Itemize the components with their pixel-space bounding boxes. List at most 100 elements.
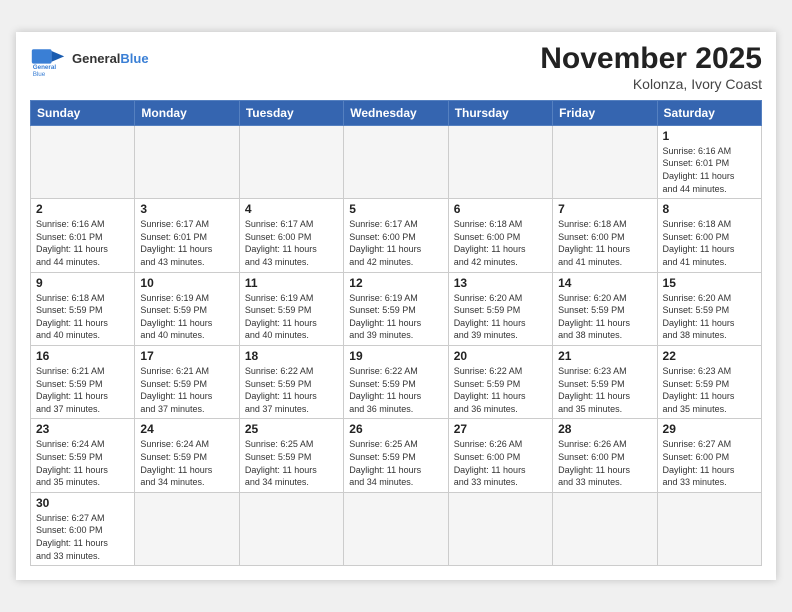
logo: General Blue GeneralBlue	[30, 42, 149, 78]
day-cell: 24Sunrise: 6:24 AM Sunset: 5:59 PM Dayli…	[135, 419, 239, 492]
day-cell: 11 Sunrise: 6:19 AM Sunset: 5:59 PM Dayli…	[239, 272, 343, 345]
day-info: Sunrise: 6:21 AM Sunset: 5:59 PM Dayligh…	[36, 365, 129, 415]
logo-general: General	[72, 51, 120, 66]
day-info: Sunrise: 6:21 AM Sunset: 5:59 PM Dayligh…	[140, 365, 233, 415]
svg-text:Blue: Blue	[33, 71, 46, 78]
day-number: 29	[663, 422, 756, 436]
day-number: 27	[454, 422, 547, 436]
calendar-container: General Blue GeneralBlue November 2025 K…	[16, 32, 776, 580]
day-number: 6	[454, 202, 547, 216]
title-block: November 2025 Kolonza, Ivory Coast	[540, 42, 762, 92]
day-info: Sunrise: 6:17 AM Sunset: 6:00 PM Dayligh…	[349, 218, 442, 268]
day-number: 18	[245, 349, 338, 363]
day-info: Sunrise: 6:19 AM Sunset: 5:59 PM Dayligh…	[245, 292, 338, 342]
month-title: November 2025	[540, 42, 762, 76]
day-cell: 23Sunrise: 6:24 AM Sunset: 5:59 PM Dayli…	[31, 419, 135, 492]
week-row-3: 16 Sunrise: 6:21 AM Sunset: 5:59 PM Dayli…	[31, 346, 762, 419]
day-cell	[239, 492, 343, 565]
day-cell: 14 Sunrise: 6:20 AM Sunset: 5:59 PM Dayli…	[553, 272, 657, 345]
day-cell: 25Sunrise: 6:25 AM Sunset: 5:59 PM Dayli…	[239, 419, 343, 492]
day-number: 3	[140, 202, 233, 216]
day-info: Sunrise: 6:20 AM Sunset: 5:59 PM Dayligh…	[663, 292, 756, 342]
day-info: Sunrise: 6:17 AM Sunset: 6:01 PM Dayligh…	[140, 218, 233, 268]
day-cell: 18 Sunrise: 6:22 AM Sunset: 5:59 PM Dayli…	[239, 346, 343, 419]
day-number: 21	[558, 349, 651, 363]
day-cell	[448, 492, 552, 565]
day-info: Sunrise: 6:22 AM Sunset: 5:59 PM Dayligh…	[454, 365, 547, 415]
header-row: Sunday Monday Tuesday Wednesday Thursday…	[31, 100, 762, 125]
day-cell: 10Sunrise: 6:19 AM Sunset: 5:59 PM Dayli…	[135, 272, 239, 345]
day-number: 28	[558, 422, 651, 436]
day-cell: 6 Sunrise: 6:18 AM Sunset: 6:00 PM Daylig…	[448, 199, 552, 272]
day-info: Sunrise: 6:26 AM Sunset: 6:00 PM Dayligh…	[454, 438, 547, 488]
day-cell: 16 Sunrise: 6:21 AM Sunset: 5:59 PM Dayli…	[31, 346, 135, 419]
day-info: Sunrise: 6:17 AM Sunset: 6:00 PM Dayligh…	[245, 218, 338, 268]
day-number: 5	[349, 202, 442, 216]
col-wednesday: Wednesday	[344, 100, 448, 125]
day-cell	[344, 492, 448, 565]
calendar-table: Sunday Monday Tuesday Wednesday Thursday…	[30, 100, 762, 566]
day-number: 22	[663, 349, 756, 363]
col-saturday: Saturday	[657, 100, 761, 125]
day-cell: 5 Sunrise: 6:17 AM Sunset: 6:00 PM Daylig…	[344, 199, 448, 272]
day-cell: 17Sunrise: 6:21 AM Sunset: 5:59 PM Dayli…	[135, 346, 239, 419]
day-cell: 2Sunrise: 6:16 AM Sunset: 6:01 PM Daylig…	[31, 199, 135, 272]
day-number: 19	[349, 349, 442, 363]
day-number: 13	[454, 276, 547, 290]
week-row-1: 2Sunrise: 6:16 AM Sunset: 6:01 PM Daylig…	[31, 199, 762, 272]
day-cell	[31, 125, 135, 198]
day-number: 7	[558, 202, 651, 216]
header: General Blue GeneralBlue November 2025 K…	[30, 42, 762, 92]
day-info: Sunrise: 6:20 AM Sunset: 5:59 PM Dayligh…	[454, 292, 547, 342]
week-row-5: 30 Sunrise: 6:27 AM Sunset: 6:00 PM Dayli…	[31, 492, 762, 565]
day-cell: 8 Sunrise: 6:18 AM Sunset: 6:00 PM Daylig…	[657, 199, 761, 272]
day-cell: 1Sunrise: 6:16 AM Sunset: 6:01 PM Daylig…	[657, 125, 761, 198]
day-cell	[344, 125, 448, 198]
day-cell: 29 Sunrise: 6:27 AM Sunset: 6:00 PM Dayli…	[657, 419, 761, 492]
day-info: Sunrise: 6:27 AM Sunset: 6:00 PM Dayligh…	[663, 438, 756, 488]
day-info: Sunrise: 6:25 AM Sunset: 5:59 PM Dayligh…	[245, 438, 338, 488]
day-number: 11	[245, 276, 338, 290]
day-info: Sunrise: 6:20 AM Sunset: 5:59 PM Dayligh…	[558, 292, 651, 342]
week-row-2: 9Sunrise: 6:18 AM Sunset: 5:59 PM Daylig…	[31, 272, 762, 345]
day-number: 8	[663, 202, 756, 216]
day-number: 16	[36, 349, 129, 363]
day-cell: 19 Sunrise: 6:22 AM Sunset: 5:59 PM Dayli…	[344, 346, 448, 419]
day-info: Sunrise: 6:18 AM Sunset: 6:00 PM Dayligh…	[663, 218, 756, 268]
location: Kolonza, Ivory Coast	[540, 76, 762, 92]
logo-text-block: GeneralBlue	[72, 52, 149, 67]
col-friday: Friday	[553, 100, 657, 125]
day-cell: 21 Sunrise: 6:23 AM Sunset: 5:59 PM Dayli…	[553, 346, 657, 419]
day-info: Sunrise: 6:23 AM Sunset: 5:59 PM Dayligh…	[663, 365, 756, 415]
col-thursday: Thursday	[448, 100, 552, 125]
day-cell: 26Sunrise: 6:25 AM Sunset: 5:59 PM Dayli…	[344, 419, 448, 492]
day-cell: 7 Sunrise: 6:18 AM Sunset: 6:00 PM Daylig…	[553, 199, 657, 272]
day-info: Sunrise: 6:22 AM Sunset: 5:59 PM Dayligh…	[349, 365, 442, 415]
day-info: Sunrise: 6:22 AM Sunset: 5:59 PM Dayligh…	[245, 365, 338, 415]
day-info: Sunrise: 6:27 AM Sunset: 6:00 PM Dayligh…	[36, 512, 129, 562]
day-info: Sunrise: 6:24 AM Sunset: 5:59 PM Dayligh…	[140, 438, 233, 488]
day-info: Sunrise: 6:18 AM Sunset: 5:59 PM Dayligh…	[36, 292, 129, 342]
day-cell: 9Sunrise: 6:18 AM Sunset: 5:59 PM Daylig…	[31, 272, 135, 345]
generalblue-logo-icon: General Blue	[30, 42, 66, 78]
day-cell: 27 Sunrise: 6:26 AM Sunset: 6:00 PM Dayli…	[448, 419, 552, 492]
day-number: 30	[36, 496, 129, 510]
day-info: Sunrise: 6:16 AM Sunset: 6:01 PM Dayligh…	[36, 218, 129, 268]
day-number: 10	[140, 276, 233, 290]
day-number: 12	[349, 276, 442, 290]
day-info: Sunrise: 6:23 AM Sunset: 5:59 PM Dayligh…	[558, 365, 651, 415]
day-number: 20	[454, 349, 547, 363]
day-number: 4	[245, 202, 338, 216]
week-row-4: 23Sunrise: 6:24 AM Sunset: 5:59 PM Dayli…	[31, 419, 762, 492]
day-cell: 4 Sunrise: 6:17 AM Sunset: 6:00 PM Daylig…	[239, 199, 343, 272]
day-cell: 12Sunrise: 6:19 AM Sunset: 5:59 PM Dayli…	[344, 272, 448, 345]
day-cell	[135, 492, 239, 565]
day-cell	[239, 125, 343, 198]
day-cell: 13 Sunrise: 6:20 AM Sunset: 5:59 PM Dayli…	[448, 272, 552, 345]
day-info: Sunrise: 6:24 AM Sunset: 5:59 PM Dayligh…	[36, 438, 129, 488]
day-info: Sunrise: 6:18 AM Sunset: 6:00 PM Dayligh…	[558, 218, 651, 268]
day-info: Sunrise: 6:18 AM Sunset: 6:00 PM Dayligh…	[454, 218, 547, 268]
day-number: 14	[558, 276, 651, 290]
day-number: 26	[349, 422, 442, 436]
day-cell	[553, 492, 657, 565]
